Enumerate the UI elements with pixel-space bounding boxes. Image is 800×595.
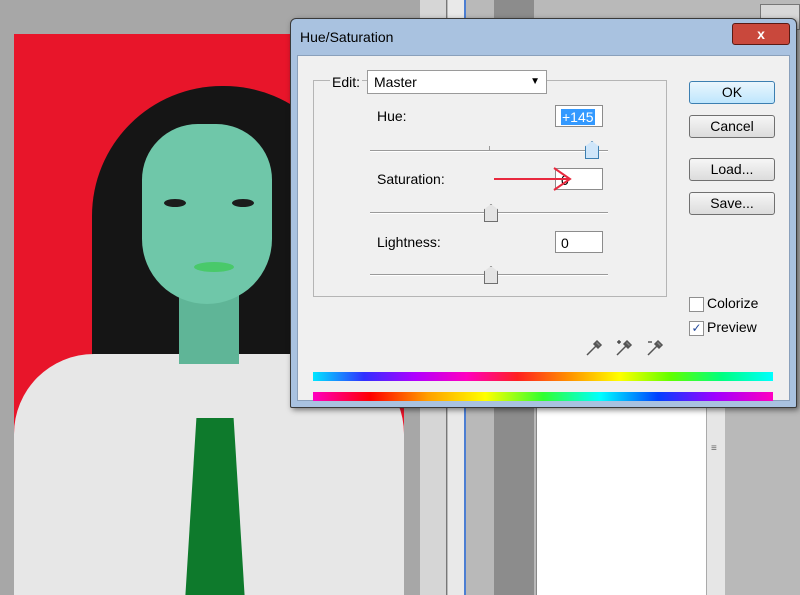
lightness-value: 0 — [561, 235, 569, 251]
dialog-title: Hue/Saturation — [300, 29, 394, 45]
layers-panel-body[interactable] — [536, 405, 725, 595]
eyedropper-icon[interactable] — [584, 338, 604, 358]
save-button[interactable]: Save... — [689, 192, 775, 215]
annotation-arrow-icon — [494, 167, 572, 191]
colorize-checkbox[interactable] — [689, 297, 704, 312]
edit-dropdown[interactable]: Master ▼ — [367, 70, 547, 94]
dialog-body: Edit: Master ▼ Hue: +145 Saturation: 0 L… — [297, 55, 790, 401]
output-spectrum-bar — [313, 392, 773, 401]
hue-saturation-dialog: Hue/Saturation x Edit: Master ▼ Hue: +14… — [290, 18, 797, 408]
cancel-button[interactable]: Cancel — [689, 115, 775, 138]
edit-label: Edit: — [330, 74, 363, 90]
edit-dropdown-value: Master — [374, 74, 417, 90]
close-button[interactable]: x — [732, 23, 790, 45]
close-icon: x — [757, 26, 765, 42]
lightness-input[interactable]: 0 — [555, 231, 603, 253]
photo-eye-left — [164, 199, 186, 207]
hue-slider-center-tick — [489, 146, 490, 150]
hue-label: Hue: — [377, 108, 407, 124]
scroll-grip-icon: ≡ — [711, 443, 717, 454]
eyedropper-plus-icon[interactable] — [614, 338, 634, 358]
panel-scrollbar[interactable]: ≡ — [706, 405, 725, 595]
chevron-down-icon: ▼ — [530, 76, 540, 87]
eyedropper-minus-icon[interactable] — [645, 338, 665, 358]
preview-label: Preview — [707, 319, 757, 335]
preview-checkbox[interactable]: ✓ — [689, 321, 704, 336]
input-spectrum-bar — [313, 372, 773, 381]
photo-eye-right — [232, 199, 254, 207]
ok-button[interactable]: OK — [689, 81, 775, 104]
hue-input[interactable]: +145 — [555, 105, 603, 127]
photo-mouth — [194, 262, 234, 272]
photo-face — [142, 124, 272, 304]
load-button[interactable]: Load... — [689, 158, 775, 181]
hue-slider-track[interactable] — [370, 146, 608, 152]
dialog-titlebar[interactable]: Hue/Saturation x — [291, 19, 796, 55]
saturation-label: Saturation: — [377, 171, 445, 187]
lightness-label: Lightness: — [377, 234, 441, 250]
colorize-label: Colorize — [707, 295, 759, 311]
hue-value: +145 — [561, 109, 595, 125]
adjustment-group — [313, 80, 667, 297]
